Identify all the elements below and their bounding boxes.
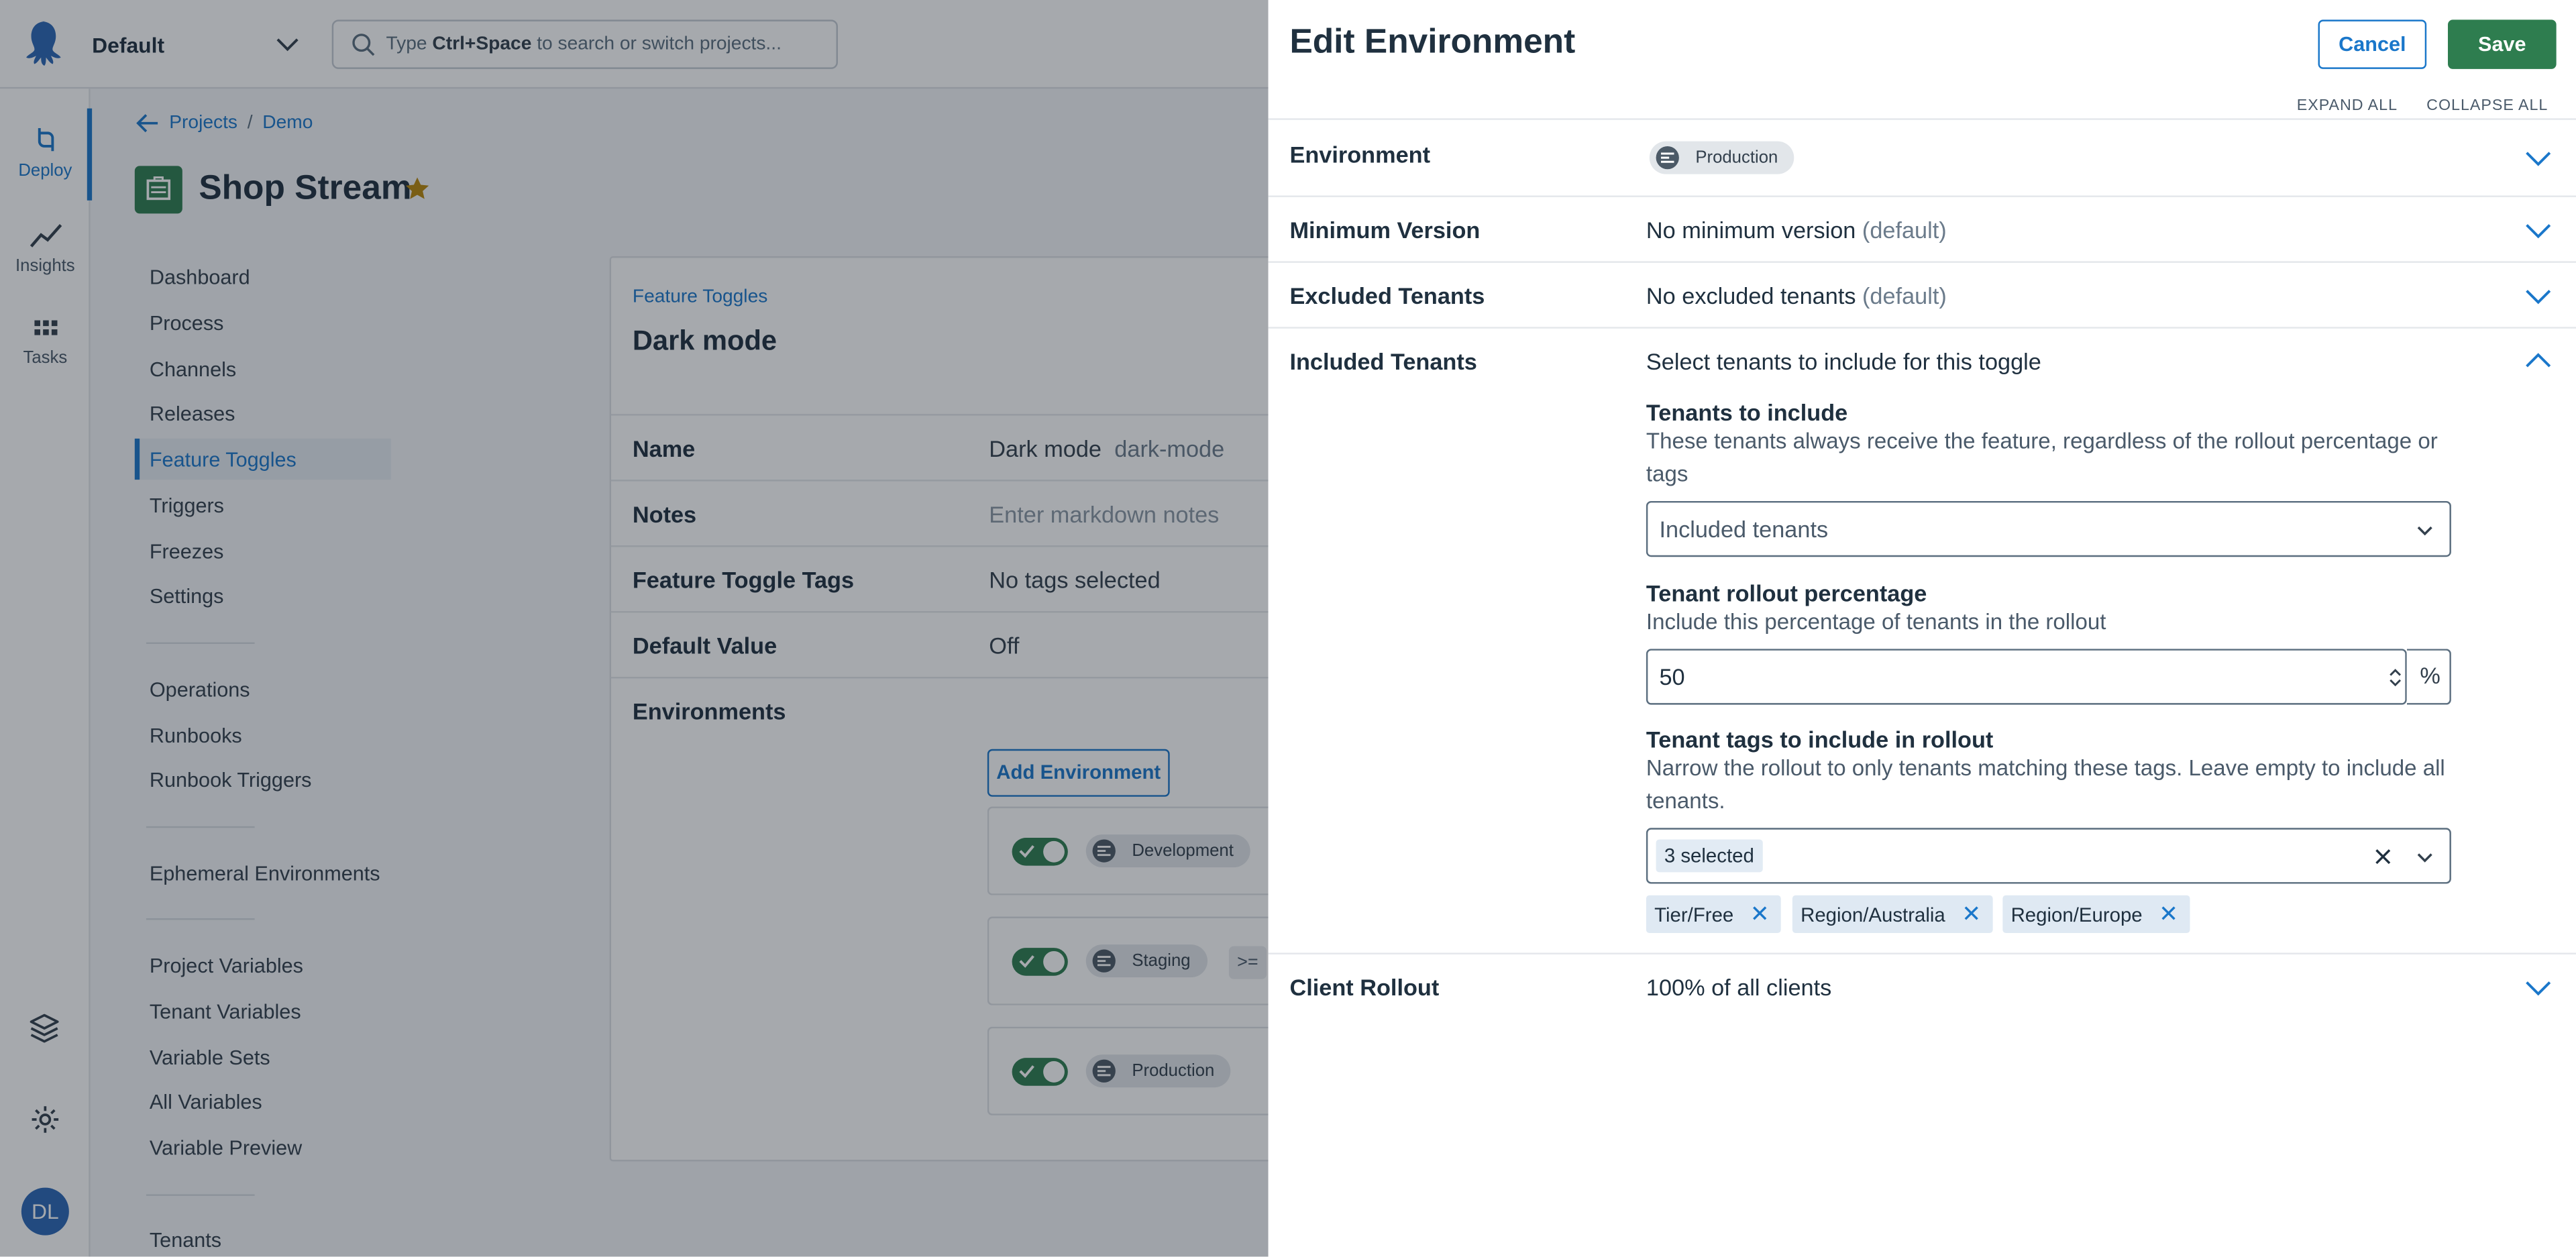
client-rollout-value: 100% of all clients: [1646, 974, 1832, 1001]
minimum-version-default: (default): [1862, 217, 1947, 243]
tag-label: Region/Europe: [2010, 902, 2143, 926]
tag-label: Tier/Free: [1654, 902, 1734, 926]
rollout-percentage-title: Tenant rollout percentage: [1646, 580, 1927, 606]
tag-label: Region/Australia: [1801, 902, 1945, 926]
tenant-tags-description: Narrow the rollout to only tenants match…: [1646, 755, 2445, 814]
modal-overlay[interactable]: [0, 0, 1269, 1257]
excluded-tenants-label[interactable]: Excluded Tenants: [1289, 282, 1485, 309]
minimum-version-label[interactable]: Minimum Version: [1289, 217, 1480, 243]
excluded-tenants-text: No excluded tenants: [1646, 282, 1856, 309]
section-divider: [1268, 195, 2576, 197]
environment-chip: Production: [1649, 141, 1794, 174]
chevron-down-icon[interactable]: [2525, 284, 2551, 307]
expand-all-button[interactable]: EXPAND ALL: [2297, 97, 2398, 115]
cancel-button[interactable]: Cancel: [2318, 19, 2427, 69]
environment-value: Production: [1695, 148, 1778, 168]
chevron-down-icon: [2417, 853, 2432, 863]
percent-unit: %: [2420, 661, 2440, 689]
chevron-up-icon[interactable]: [2525, 348, 2551, 371]
chevron-down-icon[interactable]: [2525, 976, 2551, 999]
included-tenants-placeholder: Included tenants: [1659, 515, 1829, 543]
environment-section-label[interactable]: Environment: [1289, 142, 1430, 168]
tenant-tags-select[interactable]: [1646, 828, 2451, 884]
tenant-tags-title: Tenant tags to include in rollout: [1646, 726, 1994, 753]
minimum-version-text: No minimum version: [1646, 217, 1856, 243]
minimum-version-value: No minimum version (default): [1646, 217, 1947, 243]
clear-icon[interactable]: [2374, 848, 2392, 866]
tenants-to-include-title: Tenants to include: [1646, 399, 1848, 426]
environment-icon: [1656, 146, 1679, 170]
selected-count-pill: 3 selected: [1656, 839, 1763, 873]
included-tenants-select[interactable]: Included tenants: [1646, 500, 2451, 557]
included-tenants-label[interactable]: Included Tenants: [1289, 348, 1477, 374]
tenants-to-include-description: These tenants always receive the feature…: [1646, 429, 2438, 486]
remove-tag-icon[interactable]: ✕: [2159, 900, 2190, 928]
tag-chip: Region/Europe ✕: [2002, 895, 2190, 934]
tag-chip: Region/Australia ✕: [1792, 895, 1993, 934]
remove-tag-icon[interactable]: ✕: [1750, 900, 1781, 928]
section-divider: [1268, 952, 2576, 954]
drawer-title: Edit Environment: [1289, 23, 1576, 61]
chevron-down-icon[interactable]: [2525, 146, 2551, 169]
collapse-all-button[interactable]: COLLAPSE ALL: [2426, 97, 2548, 115]
section-divider: [1268, 118, 2576, 120]
spinner-arrows-icon[interactable]: [2389, 667, 2402, 688]
tag-chip: Tier/Free ✕: [1646, 895, 1781, 934]
client-rollout-label[interactable]: Client Rollout: [1289, 974, 1439, 1000]
section-divider: [1268, 327, 2576, 329]
section-divider: [1268, 261, 2576, 263]
chevron-down-icon[interactable]: [2525, 219, 2551, 241]
rollout-percentage-description: Include this percentage of tenants in th…: [1646, 609, 2106, 635]
remove-tag-icon[interactable]: ✕: [1962, 900, 1992, 928]
rollout-percentage-value: 50: [1659, 663, 1685, 690]
chevron-down-icon: [2417, 526, 2432, 536]
included-tenants-summary: Select tenants to include for this toggl…: [1646, 348, 2041, 375]
excluded-tenants-value: No excluded tenants (default): [1646, 282, 1947, 309]
rollout-percentage-input[interactable]: 50: [1646, 649, 2407, 705]
save-button[interactable]: Save: [2448, 19, 2557, 69]
excluded-tenants-default: (default): [1862, 282, 1947, 309]
